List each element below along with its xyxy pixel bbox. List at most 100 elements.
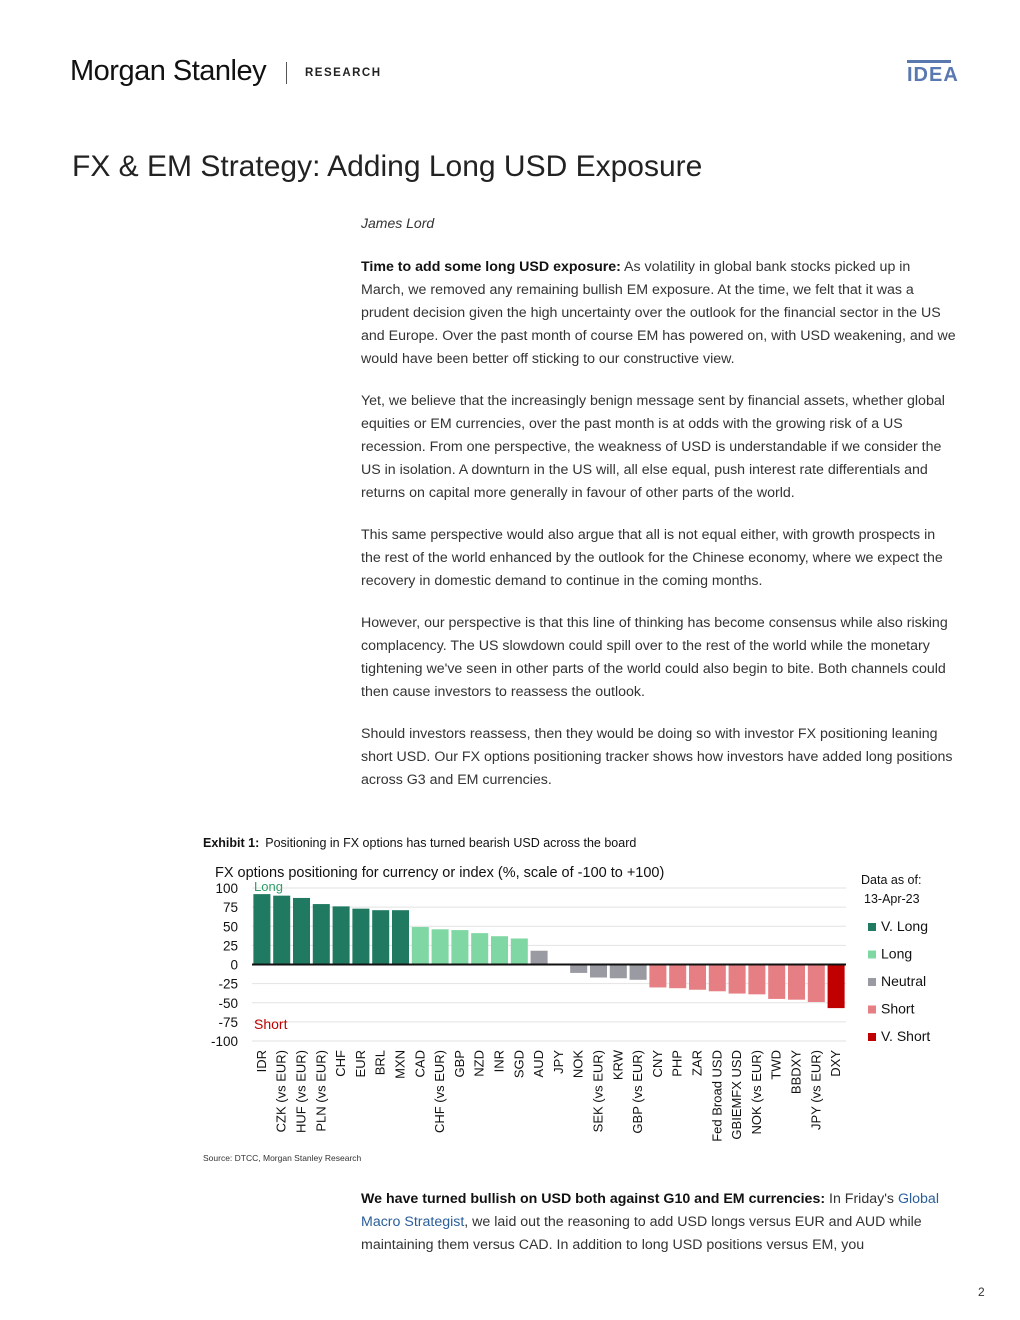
x-tick-label: SEK (vs EUR) — [591, 1050, 606, 1132]
paragraph-text: As volatility in global bank stocks pick… — [361, 259, 956, 367]
x-tick-label: EUR — [353, 1050, 368, 1077]
x-tick-label: GBP — [452, 1050, 467, 1077]
paragraph-lead: We have turned bullish on USD both again… — [361, 1191, 826, 1207]
bar-zar — [688, 964, 707, 990]
exhibit-caption: Exhibit 1: Positioning in FX options has … — [203, 836, 636, 850]
x-tick-label: CAD — [412, 1050, 427, 1077]
y-tick-label: -50 — [218, 996, 238, 1011]
bar-fed-broad-usd — [708, 964, 726, 992]
x-tick-label: TWD — [769, 1050, 784, 1080]
data-as-of-date: 13-Apr-23 — [864, 892, 920, 906]
bar-krw — [609, 964, 627, 979]
legend-label: Long — [881, 946, 912, 962]
bar-pln-vs-eur- — [312, 904, 330, 965]
bar-dxy — [827, 964, 845, 1009]
y-tick-label: -100 — [211, 1034, 238, 1049]
x-tick-label: CHF — [333, 1050, 348, 1077]
idea-badge: IDEA — [907, 64, 959, 86]
chart-bars — [253, 894, 845, 1009]
x-tick-label: DXY — [828, 1050, 843, 1077]
y-tick-label: 75 — [223, 900, 238, 915]
bar-chf — [332, 906, 350, 965]
bar-inr — [490, 936, 509, 965]
legend-label: V. Long — [881, 918, 928, 934]
bar-php — [669, 964, 687, 989]
paragraph: Time to add some long USD exposure: As v… — [361, 256, 956, 371]
x-tick-label: PLN (vs EUR) — [313, 1050, 328, 1132]
paragraph: Yet, we believe that the increasingly be… — [361, 393, 945, 501]
bar-sek-vs-eur- — [589, 964, 608, 978]
author: James Lord — [361, 215, 435, 231]
legend-label: V. Short — [881, 1028, 930, 1044]
page-number: 2 — [978, 1285, 985, 1299]
bar-gbiemfx-usd — [728, 964, 746, 994]
x-tick-label: SGD — [511, 1050, 526, 1078]
bar-idr — [253, 894, 271, 965]
x-tick-label: IDR — [254, 1050, 269, 1072]
x-axis-labels: IDR CZK (vs EUR) HUF (vs EUR) PLN (vs EUR) C… — [254, 1049, 843, 1141]
legend-swatch — [868, 978, 876, 986]
bar-bbdxy — [787, 964, 806, 1000]
article-body: Time to add some long USD exposure: As v… — [361, 256, 956, 792]
bar-cny — [649, 964, 667, 988]
paragraph-lead: Time to add some long USD exposure: — [361, 259, 621, 275]
legend-label: Neutral — [881, 973, 926, 989]
legend-swatch — [868, 950, 876, 959]
legend-swatch — [868, 923, 876, 931]
x-tick-label: GBP (vs EUR) — [630, 1050, 645, 1134]
closing-paragraph: We have turned bullish on USD both again… — [361, 1188, 956, 1257]
legend-swatch — [868, 1005, 876, 1014]
x-tick-label: BRL — [373, 1050, 388, 1075]
x-tick-label: CHF (vs EUR) — [432, 1050, 447, 1133]
y-tick-label: 100 — [215, 881, 238, 896]
y-tick-label: -25 — [218, 977, 238, 992]
bar-brl — [372, 910, 390, 965]
paragraph: This same perspective would also argue t… — [361, 527, 943, 589]
source-note: Source: DTCC, Morgan Stanley Research — [203, 1153, 362, 1163]
x-tick-label: HUF (vs EUR) — [294, 1050, 309, 1133]
x-tick-label: Fed Broad USD — [709, 1050, 724, 1142]
exhibit-label: Exhibit 1: — [203, 836, 260, 850]
bar-twd — [768, 964, 786, 999]
y-axis: 100 75 50 25 0 -25 -50 -75 -100 — [211, 881, 238, 1049]
bar-mxn — [391, 910, 410, 965]
x-tick-label: KRW — [610, 1049, 625, 1080]
section-label: RESEARCH — [305, 67, 382, 79]
legend-label: Short — [881, 1001, 915, 1017]
chart-legend: V. Long Long Neutral Short V. Short — [868, 918, 930, 1044]
x-tick-label: BBDXY — [789, 1050, 804, 1094]
bar-chf-vs-eur- — [431, 929, 449, 965]
bar-sgd — [510, 938, 528, 965]
x-tick-label: GBIEMFX USD — [729, 1050, 744, 1140]
bar-gbp-vs-eur- — [629, 964, 647, 980]
short-annotation: Short — [254, 1016, 288, 1032]
bar-jpy-vs-eur- — [807, 964, 825, 1002]
x-tick-label: PHP — [670, 1050, 685, 1077]
x-tick-label: CZK (vs EUR) — [274, 1050, 289, 1132]
x-tick-label: CNY — [650, 1050, 665, 1078]
x-tick-label: NOK (vs EUR) — [749, 1050, 764, 1135]
x-tick-label: JPY (vs EUR) — [808, 1050, 823, 1130]
y-tick-label: 50 — [223, 919, 238, 934]
header-separator — [286, 62, 287, 84]
bar-nok — [570, 964, 588, 973]
data-as-of-label: Data as of: — [861, 873, 921, 887]
idea-badge-bar — [907, 60, 951, 63]
paragraph-text: In Friday's — [825, 1191, 898, 1207]
bar-cad — [411, 927, 429, 965]
paragraph: We have turned bullish on USD both again… — [361, 1188, 956, 1257]
x-tick-label: INR — [492, 1050, 507, 1072]
bar-huf-vs-eur- — [292, 897, 311, 965]
y-tick-label: -75 — [218, 1015, 238, 1030]
bar-nok-vs-eur- — [748, 964, 766, 995]
x-tick-label: JPY — [551, 1050, 566, 1074]
page-title: FX & EM Strategy: Adding Long USD Exposu… — [72, 150, 703, 183]
bar-eur — [352, 908, 370, 965]
brand-logo: Morgan Stanley — [70, 55, 267, 87]
long-annotation: Long — [254, 879, 283, 894]
y-tick-label: 0 — [230, 958, 238, 973]
y-tick-label: 25 — [223, 938, 238, 953]
legend-swatch — [868, 1033, 876, 1041]
bar-czk-vs-eur- — [273, 895, 291, 965]
bar-nzd — [471, 933, 489, 965]
